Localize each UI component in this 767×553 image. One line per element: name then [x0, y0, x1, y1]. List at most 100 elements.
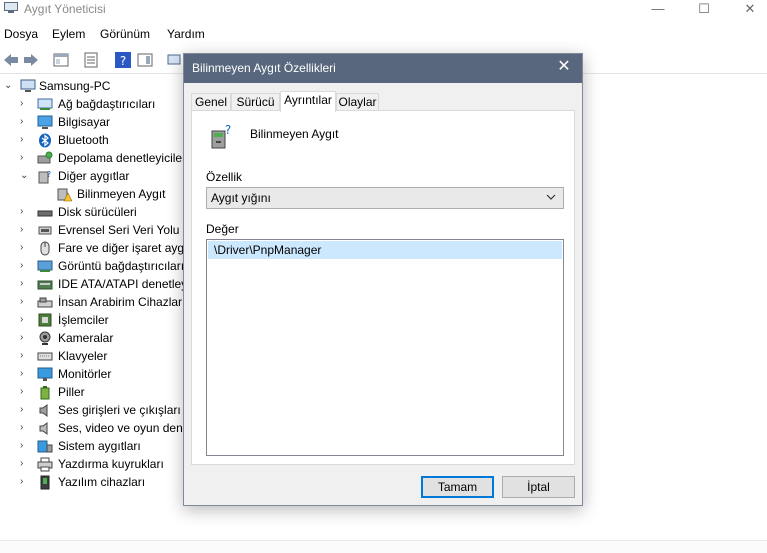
tab-olaylar[interactable]: Olaylar — [336, 93, 379, 111]
chevron-right-icon[interactable]: › — [20, 259, 32, 273]
chevron-right-icon[interactable]: › — [20, 295, 32, 309]
properties-dialog: Bilinmeyen Aygıt Özellikleri ✕ Genel Sür… — [183, 53, 583, 506]
other-devices-icon: ? — [38, 170, 51, 184]
tree-item-ide[interactable]: › IDE ATA/ATAPI denetleyicileri — [0, 276, 184, 294]
menu-yardim[interactable]: Yardım — [167, 27, 205, 41]
tab-surucu[interactable]: Sürücü — [231, 93, 280, 111]
chevron-right-icon[interactable]: › — [20, 349, 32, 363]
scan-hardware-icon[interactable] — [166, 51, 184, 69]
tree-item-bilinmeyen-aygit[interactable]: Bilinmeyen Aygıt — [0, 186, 184, 204]
chevron-down-icon[interactable]: ⌄ — [4, 79, 16, 93]
dialog-close-button[interactable]: ✕ — [556, 59, 572, 75]
usb-icon — [38, 226, 52, 235]
device-name: Bilinmeyen Aygıt — [250, 127, 339, 141]
chevron-right-icon[interactable]: › — [20, 385, 32, 399]
tree-item-kameralar[interactable]: › Kameralar — [0, 330, 184, 348]
dialog-tabs: Genel Sürücü Ayrıntılar Olaylar — [191, 91, 575, 112]
tree-item-diger-aygitlar[interactable]: ⌄ ? Diğer aygıtlar — [0, 168, 184, 186]
tree-item-hid[interactable]: › İnsan Arabirim Cihazları — [0, 294, 184, 312]
properties-icon[interactable] — [82, 51, 100, 69]
back-arrow-icon[interactable] — [2, 51, 20, 69]
menu-bar: Dosya Eylem Görünüm Yardım — [0, 24, 767, 44]
close-button[interactable]: ✕ — [727, 0, 767, 20]
tree-item-depolama[interactable]: › Depolama denetleyicileri — [0, 150, 184, 168]
show-hide-console-tree-icon[interactable] — [52, 51, 70, 69]
tree-item-sistem-aygitlari[interactable]: › Sistem aygıtları — [0, 438, 184, 456]
tree-item-label: İnsan Arabirim Cihazları — [58, 295, 184, 309]
hid-icon — [37, 297, 53, 308]
tree-item-label: Bilgisayar — [58, 115, 111, 129]
tree-item-disk-suruculeri[interactable]: › Disk sürücüleri — [0, 204, 184, 222]
tree-item-label: Kameralar — [58, 331, 114, 345]
tree-item-bilgisayar[interactable]: › Bilgisayar — [0, 114, 184, 132]
tree-item-bluetooth[interactable]: › Bluetooth — [0, 132, 184, 150]
tree-item-label: Bluetooth — [58, 133, 109, 147]
device-manager-app-icon — [4, 2, 18, 13]
tree-item-label: Ses girişleri ve çıkışları — [58, 403, 181, 417]
value-label: Değer — [206, 222, 239, 236]
list-item[interactable]: \Driver\PnpManager — [208, 241, 562, 259]
tree-item-label: Ağ bağdaştırıcıları — [58, 97, 156, 111]
chevron-right-icon[interactable]: › — [20, 241, 32, 255]
chevron-right-icon[interactable]: › — [20, 457, 32, 471]
tree-item-ses-video-oyun[interactable]: › Ses, video ve oyun denetleyicileri — [0, 420, 184, 438]
tab-genel[interactable]: Genel — [191, 93, 231, 111]
tree-item-klavyeler[interactable]: › Klavyeler — [0, 348, 184, 366]
tree-item-yazdirma[interactable]: › Yazdırma kuyrukları — [0, 456, 184, 474]
menu-gorunum[interactable]: Görünüm — [100, 27, 150, 41]
chevron-right-icon[interactable]: › — [20, 115, 32, 129]
processor-icon — [38, 313, 52, 327]
tree-item-yazilim-cihazlari[interactable]: › Yazılım cihazları — [0, 474, 184, 492]
chevron-right-icon[interactable]: › — [20, 133, 32, 147]
chevron-down-icon — [546, 194, 556, 200]
tree-item-goruntu[interactable]: › Görüntü bağdaştırıcıları — [0, 258, 184, 276]
chevron-right-icon[interactable]: › — [20, 223, 32, 237]
tree-item-label: Disk sürücüleri — [58, 205, 137, 219]
chevron-right-icon[interactable]: › — [20, 421, 32, 435]
forward-arrow-icon[interactable] — [22, 51, 40, 69]
ide-controller-icon — [37, 280, 53, 290]
main-titlebar: Aygıt Yöneticisi — ☐ ✕ — [0, 0, 767, 22]
tree-item-monitorler[interactable]: › Monitörler — [0, 366, 184, 384]
chevron-right-icon[interactable]: › — [20, 205, 32, 219]
chevron-right-icon[interactable]: › — [20, 313, 32, 327]
speaker-icon — [39, 404, 48, 417]
chevron-right-icon[interactable]: › — [20, 97, 32, 111]
action-pane-icon[interactable] — [136, 51, 154, 69]
minimize-button[interactable]: — — [635, 0, 681, 20]
tab-ayrintilar[interactable]: Ayrıntılar — [280, 91, 336, 112]
tree-item-label: Piller — [58, 385, 85, 399]
unknown-device-warning-icon — [57, 188, 72, 202]
tree-item-ag-bagdastiricilari[interactable]: › Ağ bağdaştırıcıları — [0, 96, 184, 114]
svg-text:?: ? — [225, 123, 231, 137]
cancel-button[interactable]: İptal — [502, 476, 575, 498]
chevron-right-icon[interactable]: › — [20, 367, 32, 381]
chevron-right-icon[interactable]: › — [20, 439, 32, 453]
menu-eylem[interactable]: Eylem — [52, 27, 85, 41]
tree-item-ses-giris-cikis[interactable]: › Ses girişleri ve çıkışları — [0, 402, 184, 420]
value-list[interactable]: \Driver\PnpManager — [206, 239, 564, 456]
chevron-right-icon[interactable]: › — [20, 475, 32, 489]
bluetooth-icon — [39, 133, 51, 148]
svg-text:?: ? — [47, 170, 51, 179]
tree-item-label: İşlemciler — [58, 313, 109, 327]
chevron-right-icon[interactable]: › — [20, 277, 32, 291]
property-select[interactable]: Aygıt yığını — [206, 187, 564, 209]
tree-item-label: Görüntü bağdaştırıcıları — [58, 259, 184, 273]
tree-item-fare[interactable]: › Fare ve diğer işaret aygıtları — [0, 240, 184, 258]
tree-item-label: Klavyeler — [58, 349, 108, 363]
help-icon[interactable]: ? — [114, 51, 132, 69]
tree-item-usb[interactable]: › Evrensel Seri Veri Yolu denetleyiciler… — [0, 222, 184, 240]
ok-button[interactable]: Tamam — [421, 476, 494, 498]
menu-dosya[interactable]: Dosya — [4, 27, 38, 41]
tree-item-islemciler[interactable]: › İşlemciler — [0, 312, 184, 330]
svg-text:?: ? — [120, 54, 126, 68]
tree-item-piller[interactable]: › Piller — [0, 384, 184, 402]
sound-controller-icon — [39, 422, 48, 435]
chevron-right-icon[interactable]: › — [20, 151, 32, 165]
chevron-down-icon[interactable]: ⌄ — [20, 169, 32, 183]
tree-root[interactable]: ⌄ Samsung-PC — [0, 78, 184, 96]
chevron-right-icon[interactable]: › — [20, 403, 32, 417]
chevron-right-icon[interactable]: › — [20, 331, 32, 345]
maximize-button[interactable]: ☐ — [681, 0, 727, 20]
